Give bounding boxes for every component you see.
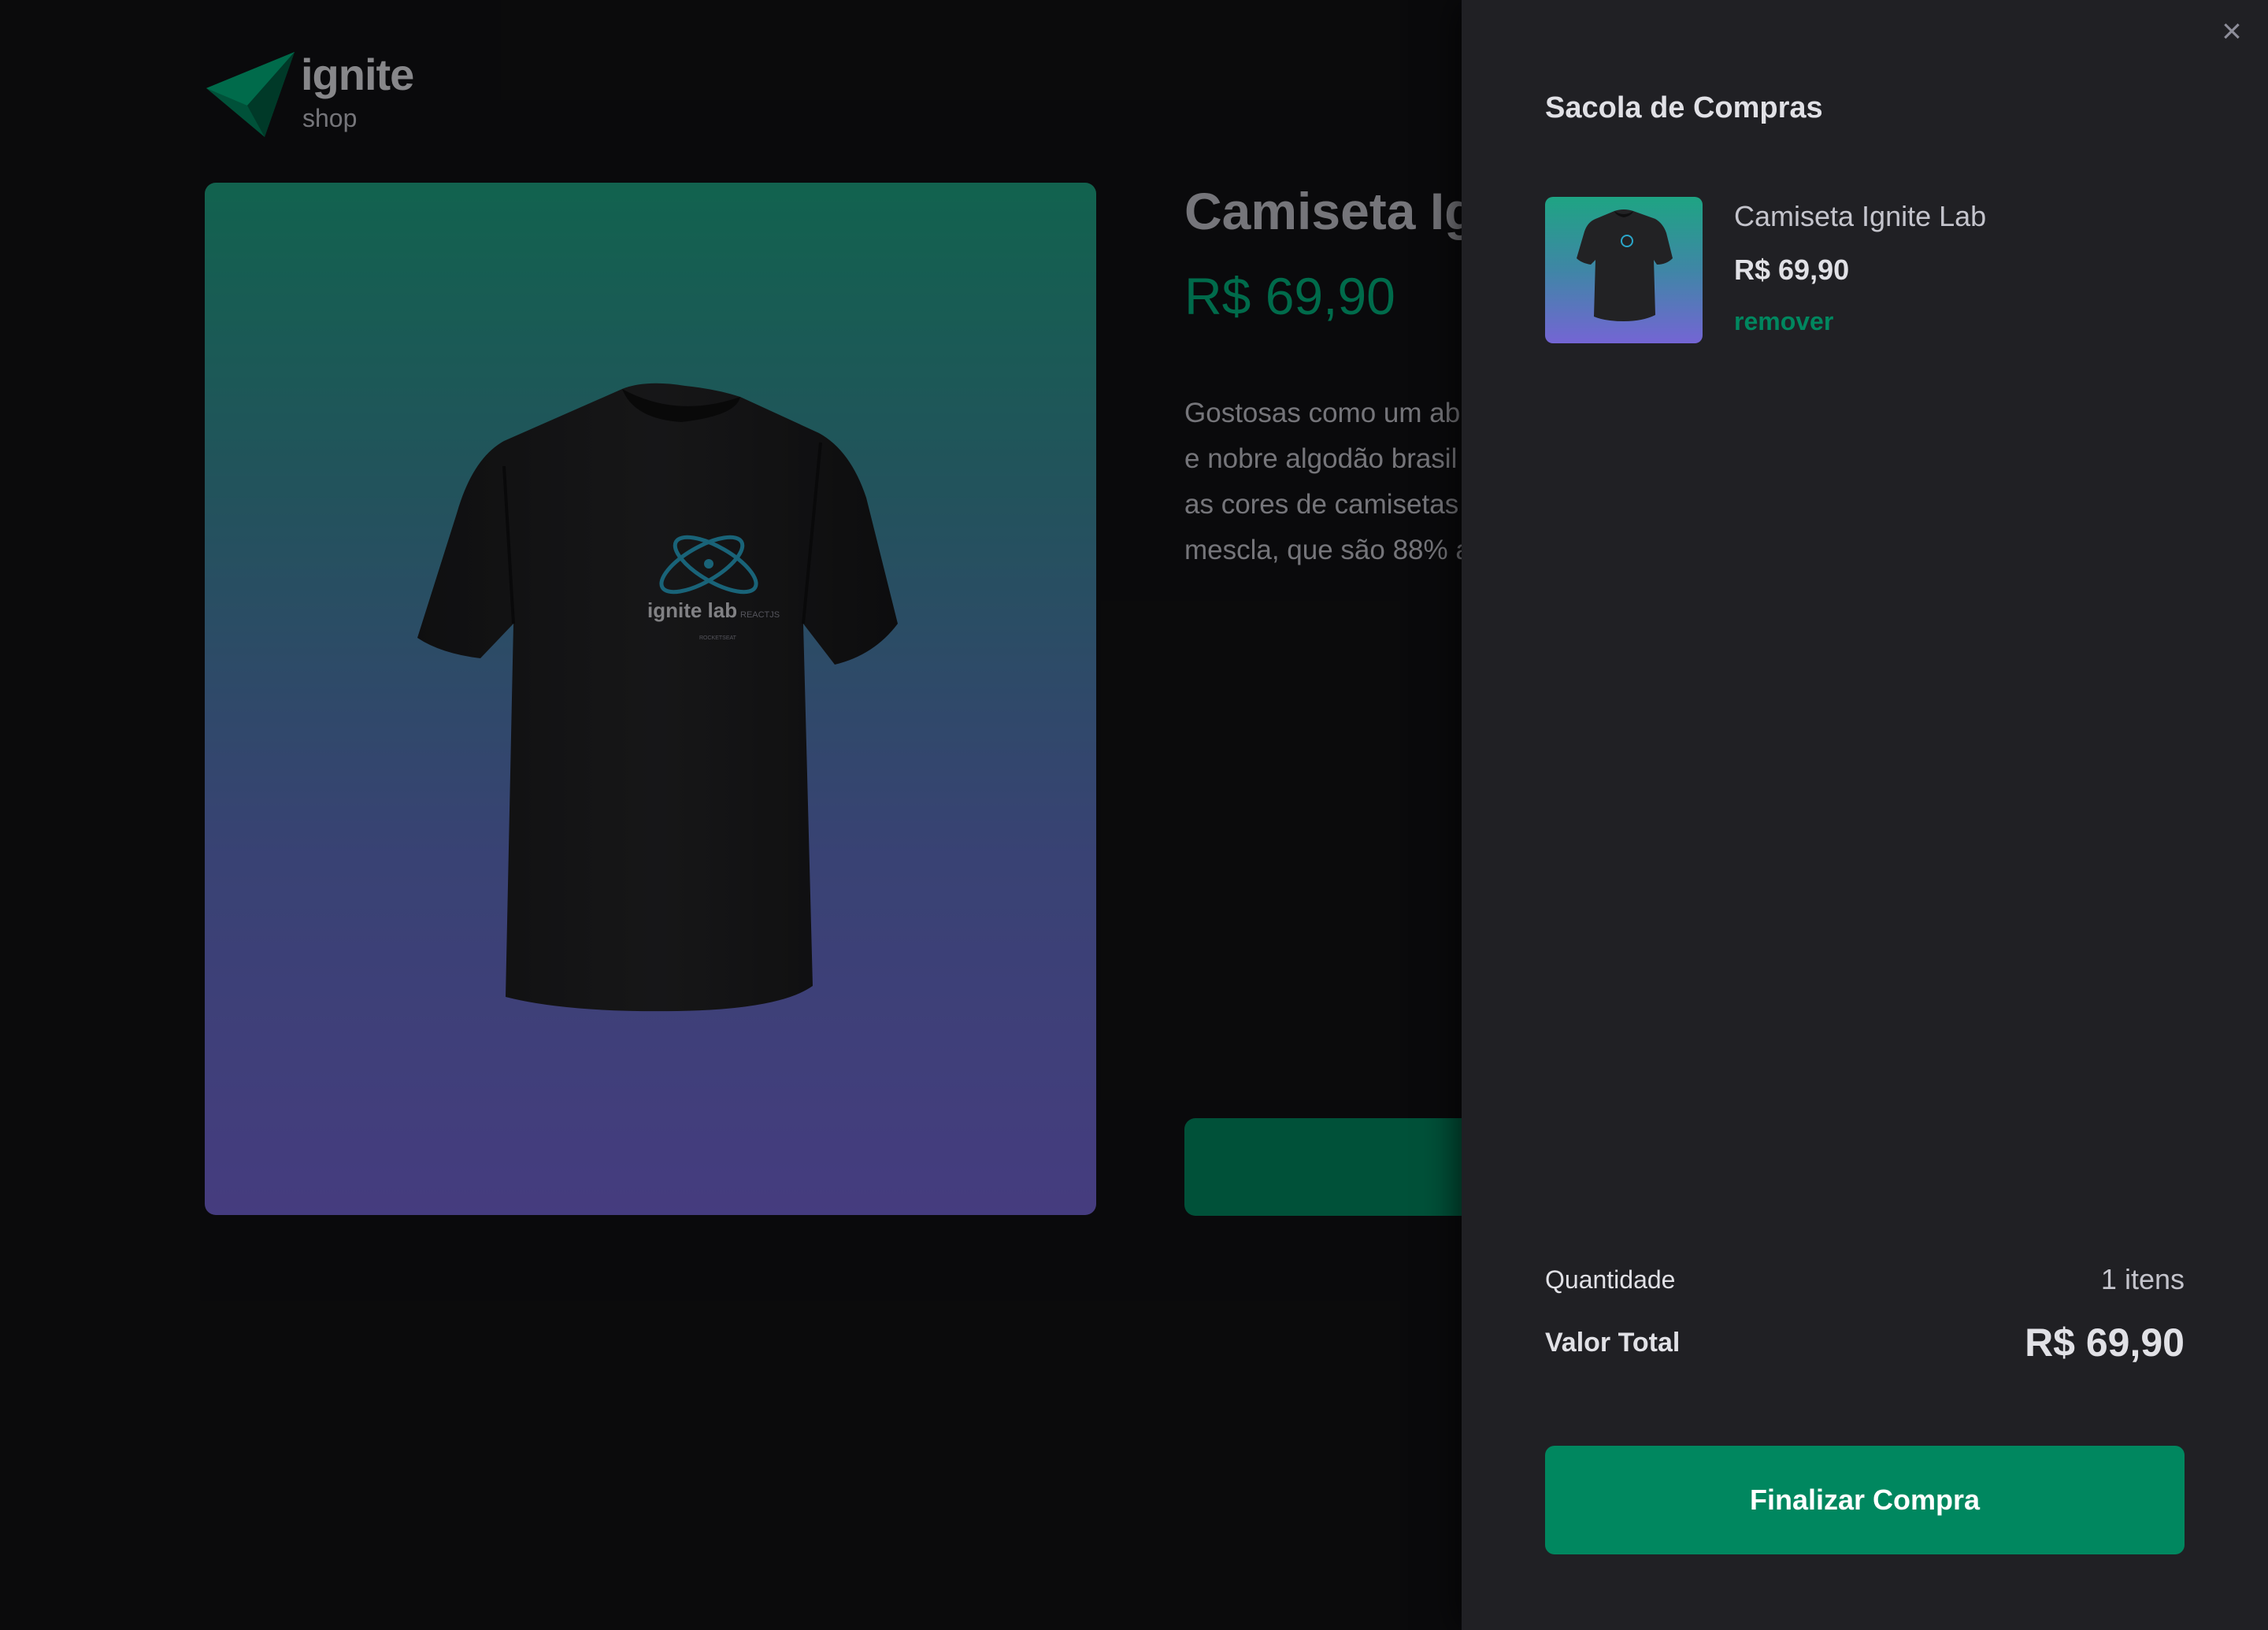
- cart-item-price: R$ 69,90: [1734, 254, 1850, 286]
- quantity-label: Quantidade: [1545, 1265, 1676, 1294]
- cart-item-thumbnail: [1545, 197, 1703, 343]
- cart-title: Sacola de Compras: [1545, 91, 1823, 124]
- remove-item-button[interactable]: remover: [1734, 307, 1833, 336]
- cart-item-name: Camiseta Ignite Lab: [1734, 200, 1987, 232]
- close-icon[interactable]: ×: [2214, 14, 2249, 49]
- total-value: R$ 69,90: [2025, 1321, 2185, 1365]
- tshirt-thumbnail-icon: [1577, 209, 1673, 321]
- product-page: ignite shop ignite lab REACTJS ROCKETSEA…: [0, 0, 2268, 1630]
- total-row: Valor Total R$ 69,90: [1545, 1320, 2185, 1365]
- checkout-button[interactable]: Finalizar Compra: [1545, 1446, 2185, 1554]
- cart-item: Camiseta Ignite Lab R$ 69,90 remover: [1545, 197, 2175, 345]
- cart-drawer: × Sacola de Compras Camiseta Ignite Lab …: [1462, 0, 2268, 1630]
- quantity-value: 1 itens: [2100, 1263, 2185, 1295]
- total-label: Valor Total: [1545, 1327, 1681, 1358]
- quantity-row: Quantidade 1 itens: [1545, 1263, 2185, 1296]
